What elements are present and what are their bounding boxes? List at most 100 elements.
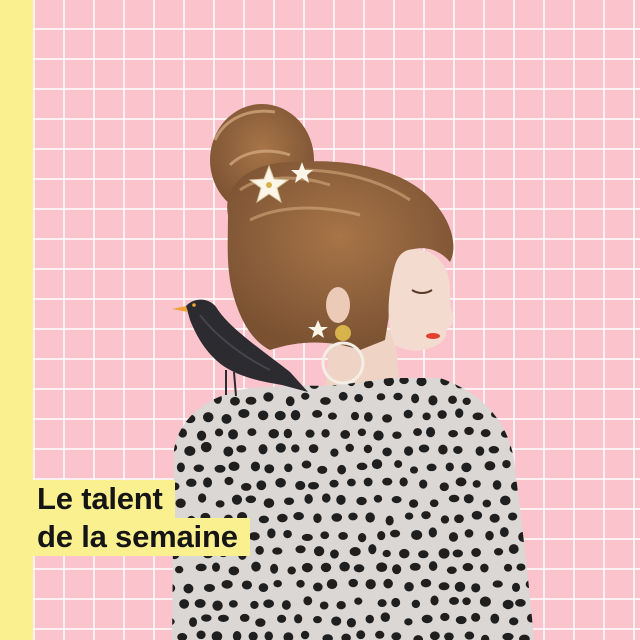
- sweater-dot: [338, 532, 348, 540]
- sweater-dot: [258, 583, 269, 593]
- sweater-dot: [283, 497, 295, 505]
- sweater-dot: [248, 532, 260, 541]
- sweater-dot: [399, 548, 410, 559]
- sweater-dot: [203, 583, 216, 592]
- sweater-dot: [223, 446, 234, 457]
- sweater-dot: [440, 515, 450, 524]
- sweater-dot: [245, 495, 257, 504]
- sweater-dot: [301, 562, 313, 573]
- sweater-dot: [178, 428, 187, 438]
- sweater-dot: [391, 597, 401, 608]
- sweater-dot: [500, 495, 511, 506]
- sweater-dot: [376, 393, 386, 401]
- sweater-dot: [331, 616, 342, 626]
- sweater-dot: [319, 601, 329, 610]
- sweater-dot: [516, 563, 526, 571]
- sweater-dot: [196, 630, 206, 640]
- sweater-dot: [257, 410, 269, 421]
- sweater-dot: [215, 500, 225, 508]
- sweater-dot: [301, 392, 310, 400]
- sweater-dot: [403, 409, 413, 419]
- sweater-dot: [462, 597, 471, 606]
- sweater-dot: [228, 600, 238, 608]
- sweater-dot: [452, 549, 463, 558]
- sweater-dot: [529, 444, 534, 454]
- sweater-dot: [416, 378, 427, 387]
- sweater-dot: [273, 579, 282, 588]
- sweater-dot: [287, 566, 296, 575]
- sweater-dot: [357, 428, 367, 437]
- sweater-dot: [224, 476, 234, 486]
- sweater-dot: [382, 447, 392, 457]
- sweater-dot: [440, 378, 450, 386]
- sweater-dot: [277, 513, 288, 523]
- sweater-dot: [363, 477, 373, 487]
- sweater-dot: [502, 599, 514, 610]
- sweater-dot: [438, 444, 448, 455]
- sweater-dot: [174, 393, 185, 404]
- sweater-dot: [375, 630, 385, 639]
- sweater-dot: [363, 412, 373, 422]
- sweater-dot: [184, 446, 196, 457]
- sweater-dot: [480, 429, 491, 438]
- sweater-dot: [228, 461, 240, 472]
- sweater-dot: [511, 379, 522, 389]
- bird-beak: [172, 306, 188, 312]
- sweater-dot: [520, 497, 530, 507]
- sweater-dot: [502, 459, 511, 469]
- sweater-dot: [250, 600, 259, 609]
- sweater-dot: [453, 446, 463, 454]
- sweater-dot: [263, 599, 275, 608]
- sweater-dot: [202, 412, 214, 423]
- sweater-dot: [392, 564, 402, 575]
- sweater-dot: [296, 579, 305, 588]
- bird-eye: [192, 303, 196, 307]
- sweater-dot: [313, 513, 322, 524]
- sweater-dot: [349, 547, 361, 557]
- sweater-dot: [211, 562, 221, 572]
- sweater-dot: [373, 430, 384, 441]
- sweater-dot: [394, 460, 403, 468]
- sweater-dot: [491, 410, 501, 418]
- sweater-dot: [256, 480, 267, 491]
- sweater-dot: [336, 494, 346, 505]
- sweater-dot: [527, 410, 534, 419]
- sweater-dot: [176, 462, 185, 473]
- sweater-dot: [399, 378, 409, 385]
- sweater-dot: [275, 443, 286, 453]
- sweater-dot: [251, 561, 261, 572]
- sweater-dot: [326, 578, 338, 590]
- sweater-dot: [309, 380, 319, 389]
- sweater-dot: [193, 464, 205, 472]
- lips: [426, 333, 440, 339]
- sweater-dot: [186, 478, 197, 487]
- sweater-dot: [429, 499, 439, 508]
- sweater-dot: [461, 462, 472, 473]
- sweater-dot: [518, 531, 529, 543]
- sweater-dot: [509, 617, 519, 626]
- sweater-dot: [392, 431, 402, 439]
- sweater-dot: [404, 512, 414, 520]
- sweater-dot: [228, 429, 238, 440]
- sweater-dot: [510, 481, 521, 491]
- sweater-dot: [429, 631, 440, 640]
- sweater-dot: [203, 477, 213, 488]
- sweater-dot: [481, 393, 490, 403]
- sweater-dot: [303, 596, 313, 606]
- sweater-dot: [172, 617, 175, 626]
- sweater-dot: [404, 446, 414, 456]
- post-canvas: Le talent de la semaine: [0, 0, 640, 640]
- sweater-dot: [340, 430, 351, 439]
- sweater-dot: [428, 395, 438, 406]
- sweater-dot: [404, 581, 414, 592]
- sweater-dot: [428, 561, 438, 571]
- sweater-dot: [185, 378, 195, 388]
- sweater-dot: [492, 480, 502, 490]
- sweater-dot: [327, 412, 337, 420]
- sweater-dot: [238, 408, 250, 418]
- sweater-dot: [330, 448, 339, 457]
- sweater-dot: [247, 428, 257, 436]
- sweater-dot: [228, 566, 240, 576]
- sweater-dot: [511, 582, 521, 593]
- sweater-dot: [377, 599, 387, 608]
